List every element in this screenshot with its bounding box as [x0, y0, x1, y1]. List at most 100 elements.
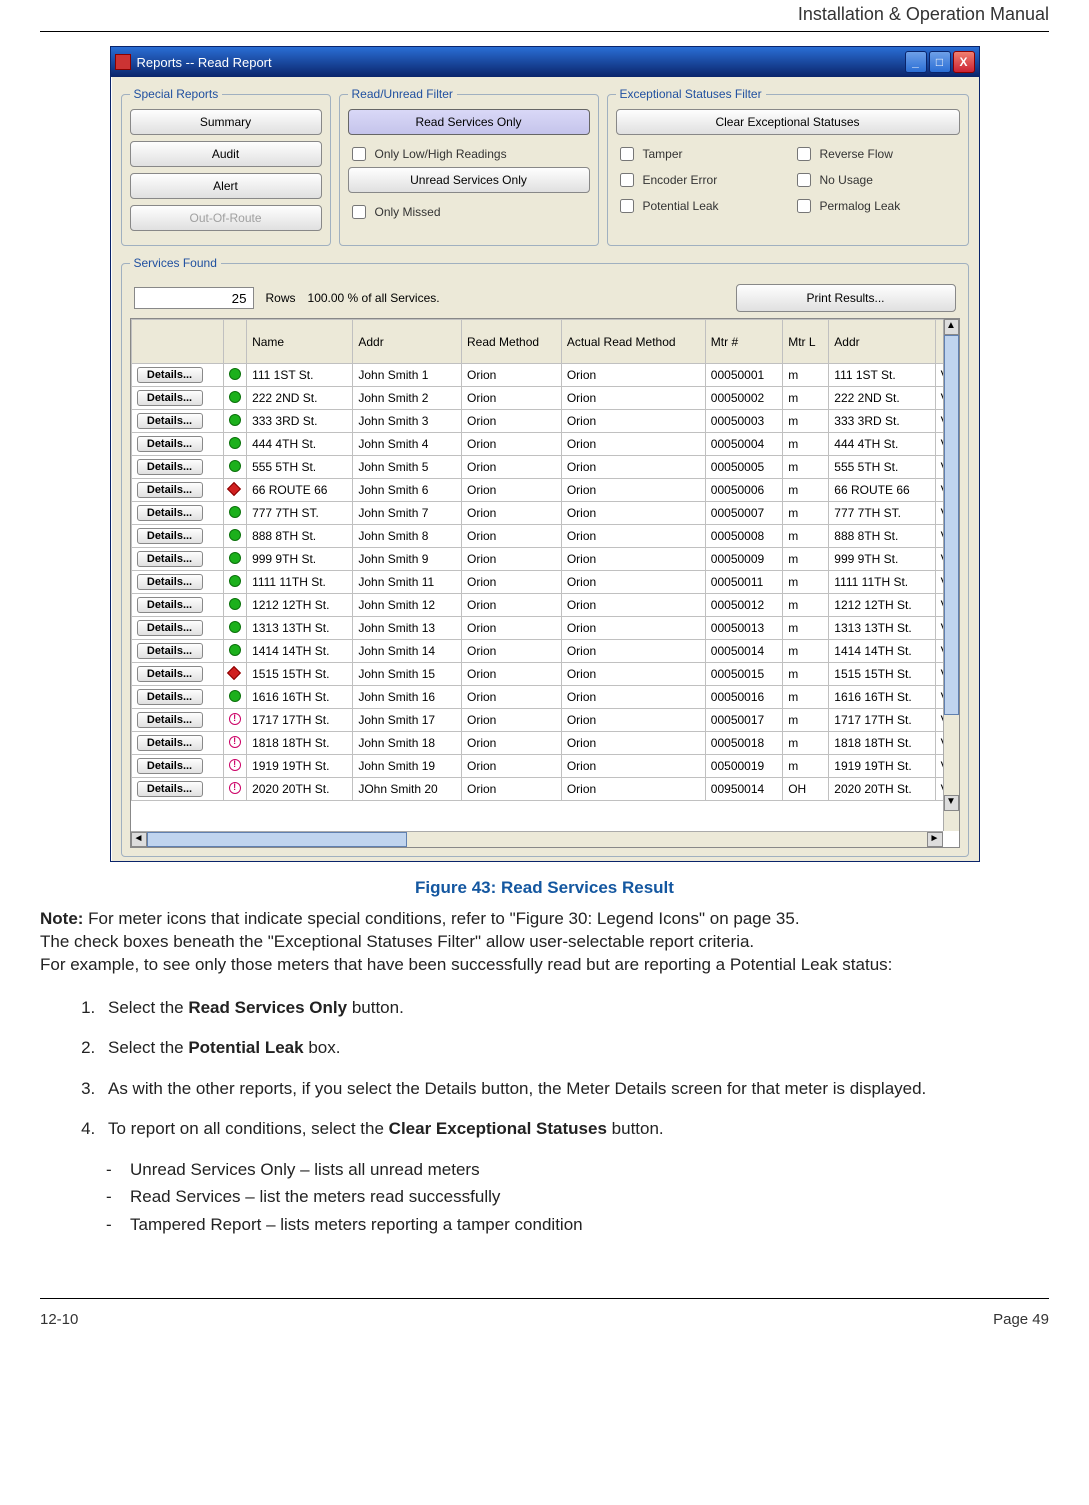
summary-button[interactable]: Summary [130, 109, 322, 135]
details-button[interactable]: Details... [137, 643, 203, 659]
table-row[interactable]: Details...1111 11TH St.John Smith 11Orio… [131, 571, 958, 594]
details-button[interactable]: Details... [137, 597, 203, 613]
details-button[interactable]: Details... [137, 551, 203, 567]
print-results-button[interactable]: Print Results... [736, 284, 956, 312]
reverse-label: Reverse Flow [820, 147, 893, 161]
row-count-field[interactable] [134, 287, 254, 309]
details-button[interactable]: Details... [137, 528, 203, 544]
table-row[interactable]: Details...1919 19TH St.John Smith 19Orio… [131, 755, 958, 778]
table-row[interactable]: Details...333 3RD St.John Smith 3OrionOr… [131, 410, 958, 433]
only-low-high-row[interactable]: Only Low/High Readings [348, 141, 590, 167]
table-row[interactable]: Details...444 4TH St.John Smith 4OrionOr… [131, 433, 958, 456]
col-details[interactable] [131, 320, 224, 364]
read-services-only-button[interactable]: Read Services Only [348, 109, 590, 135]
col-name[interactable]: Name [247, 320, 353, 364]
cell-read-method: Orion [462, 571, 562, 594]
permalog-row[interactable]: Permalog Leak [793, 193, 960, 219]
nousage-checkbox[interactable] [797, 173, 811, 187]
only-low-high-checkbox[interactable] [352, 147, 366, 161]
details-button[interactable]: Details... [137, 758, 203, 774]
cell-addr2: 1616 16TH St. [829, 686, 935, 709]
scroll-left-icon[interactable]: ◄ [131, 832, 147, 847]
only-missed-row[interactable]: Only Missed [348, 199, 590, 225]
details-button[interactable]: Details... [137, 712, 203, 728]
cell-read-method: Orion [462, 364, 562, 387]
table-row[interactable]: Details...555 5TH St.John Smith 5OrionOr… [131, 456, 958, 479]
vscroll-thumb[interactable] [944, 335, 959, 715]
vertical-scrollbar[interactable]: ▲ ▼ [943, 319, 959, 831]
col-read-method[interactable]: Read Method [462, 320, 562, 364]
table-row[interactable]: Details...888 8TH St.John Smith 8OrionOr… [131, 525, 958, 548]
permalog-checkbox[interactable] [797, 199, 811, 213]
col-mtr-num[interactable]: Mtr # [705, 320, 782, 364]
close-button[interactable]: X [953, 51, 975, 73]
cell-mtr-l: m [783, 525, 829, 548]
col-addr2[interactable]: Addr [829, 320, 935, 364]
cell-addr2: 2020 20TH St. [829, 778, 935, 801]
table-row[interactable]: Details...1717 17TH St.John Smith 17Orio… [131, 709, 958, 732]
details-button[interactable]: Details... [137, 413, 203, 429]
table-row[interactable]: Details...1414 14TH St.John Smith 14Orio… [131, 640, 958, 663]
details-button[interactable]: Details... [137, 459, 203, 475]
details-button[interactable]: Details... [137, 436, 203, 452]
cell-actual-read-method: Orion [561, 548, 705, 571]
cell-addr: John Smith 14 [353, 640, 462, 663]
col-actual-read-method[interactable]: Actual Read Method [561, 320, 705, 364]
reverse-row[interactable]: Reverse Flow [793, 141, 960, 167]
details-button[interactable]: Details... [137, 620, 203, 636]
clear-exceptional-button[interactable]: Clear Exceptional Statuses [616, 109, 960, 135]
details-button[interactable]: Details... [137, 781, 203, 797]
cell-addr2: 444 4TH St. [829, 433, 935, 456]
encoder-row[interactable]: Encoder Error [616, 167, 783, 193]
col-status[interactable] [224, 320, 247, 364]
table-row[interactable]: Details...2020 20TH St.JOhn Smith 20Orio… [131, 778, 958, 801]
tamper-checkbox[interactable] [620, 147, 634, 161]
alert-button[interactable]: Alert [130, 173, 322, 199]
leak-row[interactable]: Potential Leak [616, 193, 783, 219]
details-button[interactable]: Details... [137, 666, 203, 682]
horizontal-scrollbar[interactable]: ◄ ► [131, 831, 943, 847]
hscroll-thumb[interactable] [147, 832, 407, 847]
cell-mtr-num: 00050006 [705, 479, 782, 502]
only-missed-checkbox[interactable] [352, 205, 366, 219]
table-row[interactable]: Details...1212 12TH St.John Smith 12Orio… [131, 594, 958, 617]
titlebar[interactable]: Reports -- Read Report _ □ X [111, 47, 979, 77]
table-row[interactable]: Details...66 ROUTE 66John Smith 6OrionOr… [131, 479, 958, 502]
table-row[interactable]: Details...111 1ST St.John Smith 1OrionOr… [131, 364, 958, 387]
details-button[interactable]: Details... [137, 689, 203, 705]
table-row[interactable]: Details...1616 16TH St.John Smith 16Orio… [131, 686, 958, 709]
table-row[interactable]: Details...777 7TH ST.John Smith 7OrionOr… [131, 502, 958, 525]
unread-services-only-button[interactable]: Unread Services Only [348, 167, 590, 193]
table-row[interactable]: Details...1515 15TH St.John Smith 15Orio… [131, 663, 958, 686]
status-icon [229, 644, 241, 656]
details-button[interactable]: Details... [137, 735, 203, 751]
scroll-up-icon[interactable]: ▲ [944, 319, 959, 335]
audit-button[interactable]: Audit [130, 141, 322, 167]
details-button[interactable]: Details... [137, 574, 203, 590]
cell-actual-read-method: Orion [561, 525, 705, 548]
reverse-checkbox[interactable] [797, 147, 811, 161]
details-button[interactable]: Details... [137, 367, 203, 383]
tamper-row[interactable]: Tamper [616, 141, 783, 167]
details-button[interactable]: Details... [137, 482, 203, 498]
step-2: Select the Potential Leak box. [100, 1035, 1049, 1061]
details-button[interactable]: Details... [137, 505, 203, 521]
maximize-button[interactable]: □ [929, 51, 951, 73]
leak-checkbox[interactable] [620, 199, 634, 213]
col-mtr-l[interactable]: Mtr L [783, 320, 829, 364]
table-row[interactable]: Details...1818 18TH St.John Smith 18Orio… [131, 732, 958, 755]
minimize-button[interactable]: _ [905, 51, 927, 73]
col-addr[interactable]: Addr [353, 320, 462, 364]
cell-mtr-num: 00050016 [705, 686, 782, 709]
details-button[interactable]: Details... [137, 390, 203, 406]
table-row[interactable]: Details...1313 13TH St.John Smith 13Orio… [131, 617, 958, 640]
nousage-row[interactable]: No Usage [793, 167, 960, 193]
step-4: To report on all conditions, select the … [100, 1116, 1049, 1142]
encoder-checkbox[interactable] [620, 173, 634, 187]
table-row[interactable]: Details...999 9TH St.John Smith 9OrionOr… [131, 548, 958, 571]
scroll-right-icon[interactable]: ► [927, 832, 943, 847]
step-3: As with the other reports, if you select… [100, 1076, 1049, 1102]
cell-addr: John Smith 11 [353, 571, 462, 594]
table-row[interactable]: Details...222 2ND St.John Smith 2OrionOr… [131, 387, 958, 410]
scroll-down-icon[interactable]: ▼ [944, 795, 959, 811]
